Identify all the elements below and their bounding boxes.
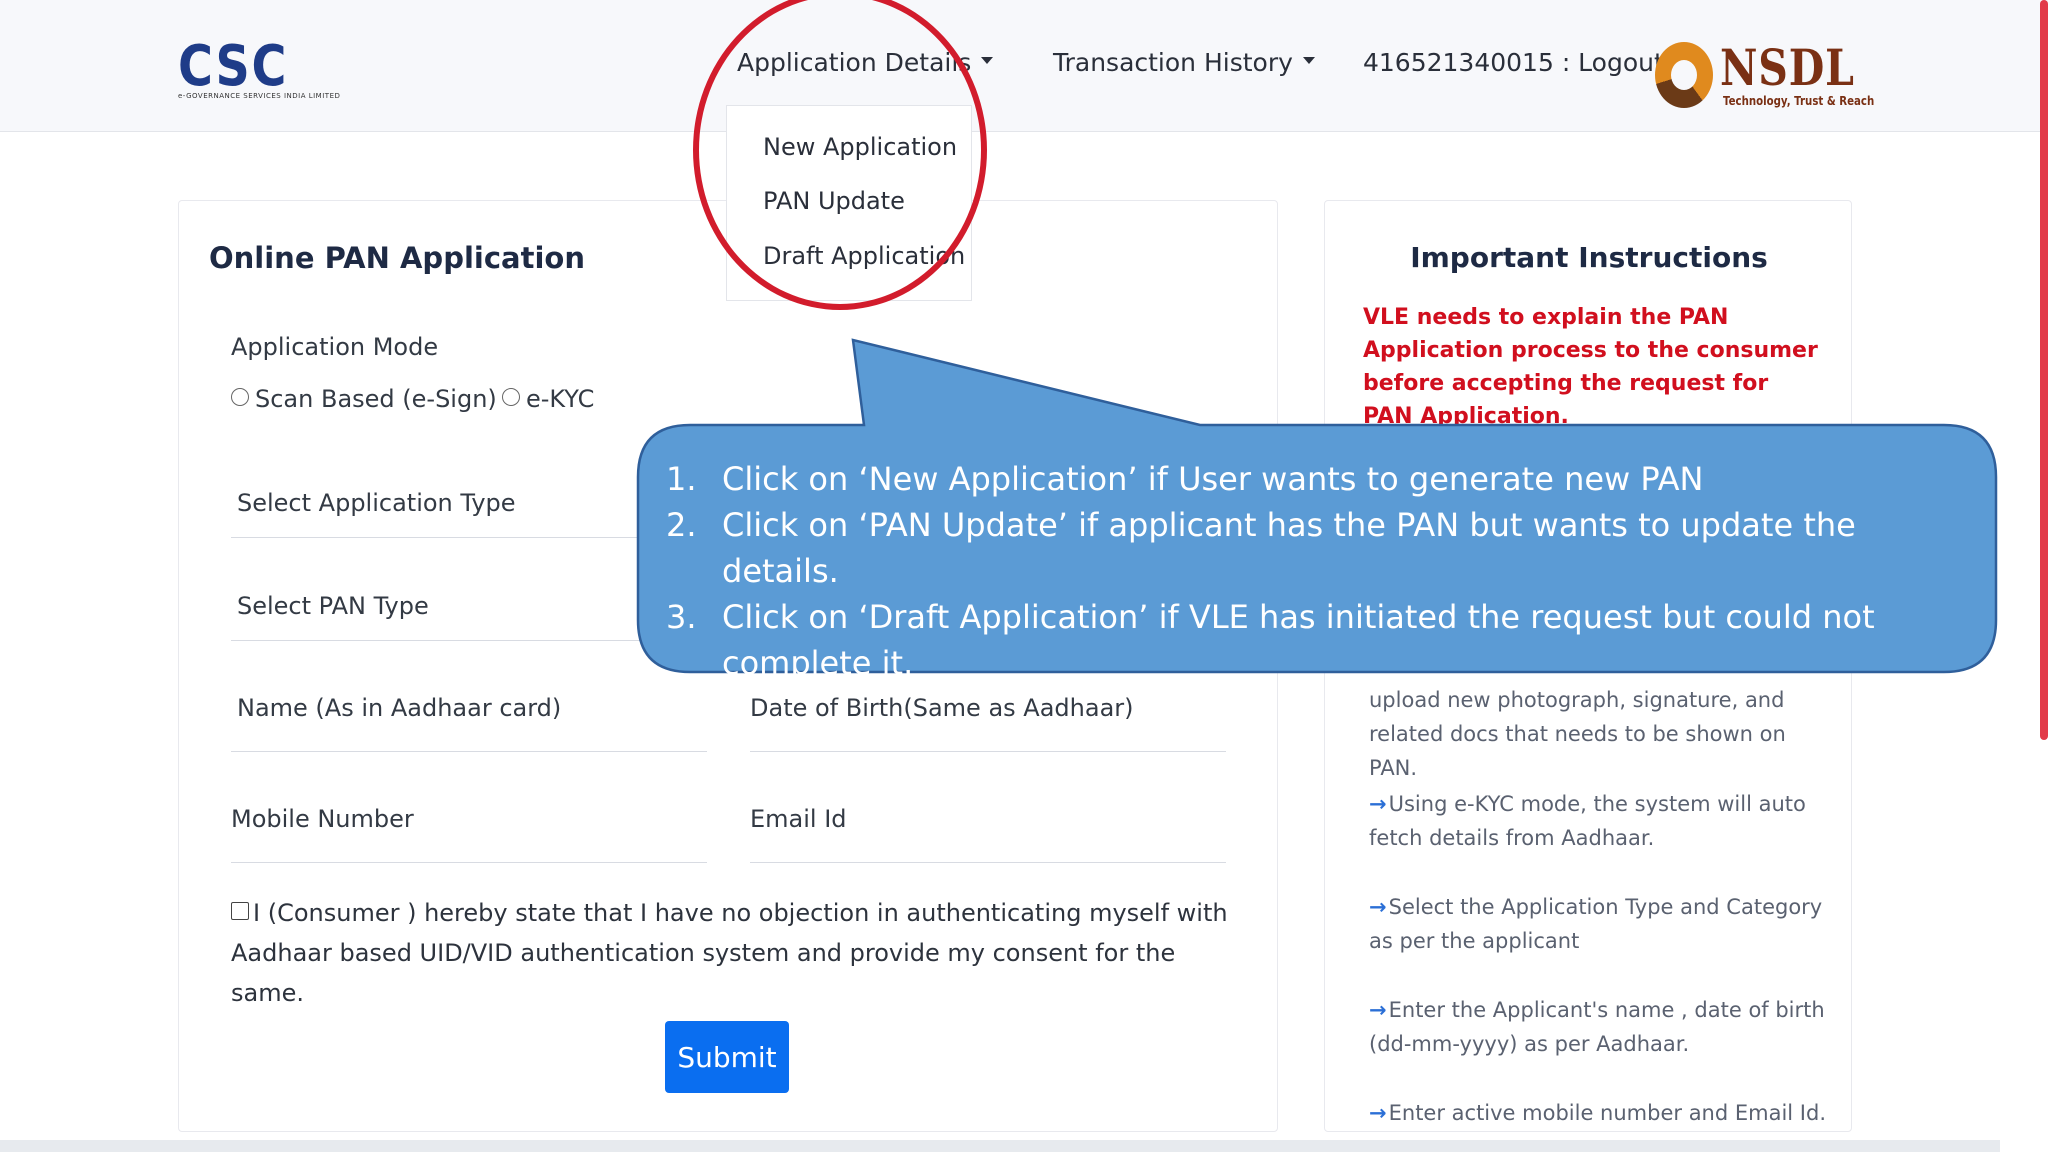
callout-number: 3. xyxy=(666,598,697,636)
dob-underline xyxy=(750,751,1226,752)
radio-circle-icon xyxy=(231,388,249,406)
callout-item: 3. Click on ‘Draft Application’ if VLE ha… xyxy=(660,594,1970,686)
instruction-text: Select the Application Type and Category… xyxy=(1369,895,1823,953)
radio-ekyc-label: e-KYC xyxy=(526,385,595,413)
instructions-warning: VLE needs to explain the PAN Application… xyxy=(1363,305,1818,429)
application-type-underline xyxy=(231,537,711,538)
nav-application-details[interactable]: Application Details xyxy=(737,48,994,77)
pan-type-select[interactable]: Select PAN Type xyxy=(237,592,429,620)
callout-item: 2. Click on ‘PAN Update’ if applicant has… xyxy=(660,502,1970,594)
caret-down-icon xyxy=(1302,56,1315,64)
logout-link[interactable]: 416521340015 : Logout xyxy=(1363,48,1664,77)
menu-item-pan-update[interactable]: PAN Update xyxy=(763,187,905,215)
arrow-right-icon: → xyxy=(1369,792,1387,816)
radio-circle-icon xyxy=(502,388,520,406)
radio-scan-based[interactable]: Scan Based (e-Sign) xyxy=(231,385,497,413)
arrow-right-icon: → xyxy=(1369,895,1387,919)
name-input[interactable]: Name (As in Aadhaar card) xyxy=(237,694,561,722)
bottom-strip xyxy=(0,1140,2000,1152)
menu-item-new-application[interactable]: New Application xyxy=(763,133,957,161)
instruction-item: →Enter the Applicant's name , date of bi… xyxy=(1369,993,1829,1061)
nsdl-swirl-icon xyxy=(1655,42,1713,108)
mobile-input[interactable]: Mobile Number xyxy=(231,805,414,833)
csc-logo-text: CSC xyxy=(178,34,289,99)
name-underline xyxy=(231,751,707,752)
callout-text: Click on ‘PAN Update’ if applicant has t… xyxy=(722,506,1856,590)
instruction-text: Enter the Applicant's name , date of bir… xyxy=(1369,998,1825,1056)
callout-instructions: 1. Click on ‘New Application’ if User wan… xyxy=(660,456,1970,686)
instruction-text: Enter active mobile number and Email Id. xyxy=(1388,1101,1827,1125)
nsdl-tagline: Technology, Trust & Reach xyxy=(1723,94,1875,108)
nav-transaction-history-label: Transaction History xyxy=(1053,48,1293,77)
menu-item-draft-application[interactable]: Draft Application xyxy=(763,242,965,270)
scrollbar[interactable] xyxy=(2040,0,2048,740)
instruction-text: Using e-KYC mode, the system will auto f… xyxy=(1369,792,1806,850)
callout-number: 2. xyxy=(666,506,697,544)
instruction-item: upload new photograph, signature, and re… xyxy=(1369,683,1829,785)
dob-input[interactable]: Date of Birth(Same as Aadhaar) xyxy=(750,694,1134,722)
pan-type-underline xyxy=(231,640,711,641)
nav-transaction-history[interactable]: Transaction History xyxy=(1053,48,1315,77)
callout-number: 1. xyxy=(666,460,697,498)
nsdl-logo: NSDL Technology, Trust & Reach xyxy=(1655,38,1874,114)
instructions-title: Important Instructions xyxy=(1410,241,1768,274)
instruction-text: upload new photograph, signature, and re… xyxy=(1369,688,1786,780)
radio-ekyc[interactable]: e-KYC xyxy=(502,385,594,413)
caret-down-icon xyxy=(981,56,994,64)
nsdl-logo-text: NSDL xyxy=(1720,38,1855,97)
arrow-right-icon: → xyxy=(1369,998,1387,1022)
mobile-underline xyxy=(231,862,707,863)
arrow-right-icon: → xyxy=(1369,1101,1387,1125)
application-type-select[interactable]: Select Application Type xyxy=(237,489,516,517)
callout-text: Click on ‘Draft Application’ if VLE has … xyxy=(722,598,1875,682)
instruction-item: →Select the Application Type and Categor… xyxy=(1369,890,1829,958)
email-underline xyxy=(750,862,1226,863)
application-details-dropdown: New Application PAN Update Draft Applica… xyxy=(726,105,972,301)
consent-checkbox[interactable] xyxy=(231,902,249,920)
csc-logo[interactable]: CSC e-GOVERNANCE SERVICES INDIA LIMITED xyxy=(178,34,340,106)
top-navbar: CSC e-GOVERNANCE SERVICES INDIA LIMITED … xyxy=(0,0,2048,132)
nav-application-details-label: Application Details xyxy=(737,48,972,77)
application-mode-label: Application Mode xyxy=(231,333,439,361)
callout-text: Click on ‘New Application’ if User wants… xyxy=(722,460,1704,498)
consent-text: I (Consumer ) hereby state that I have n… xyxy=(231,899,1228,1007)
instruction-item: →Using e-KYC mode, the system will auto … xyxy=(1369,787,1829,855)
callout-item: 1. Click on ‘New Application’ if User wan… xyxy=(660,456,1970,502)
instruction-item: →Enter active mobile number and Email Id… xyxy=(1369,1096,1829,1130)
consent-statement: I (Consumer ) hereby state that I have n… xyxy=(231,893,1231,1013)
csc-logo-subtitle: e-GOVERNANCE SERVICES INDIA LIMITED xyxy=(178,92,341,100)
form-title: Online PAN Application xyxy=(209,241,585,275)
email-input[interactable]: Email Id xyxy=(750,805,847,833)
submit-button[interactable]: Submit xyxy=(665,1021,789,1093)
radio-scan-based-label: Scan Based (e-Sign) xyxy=(255,385,497,413)
